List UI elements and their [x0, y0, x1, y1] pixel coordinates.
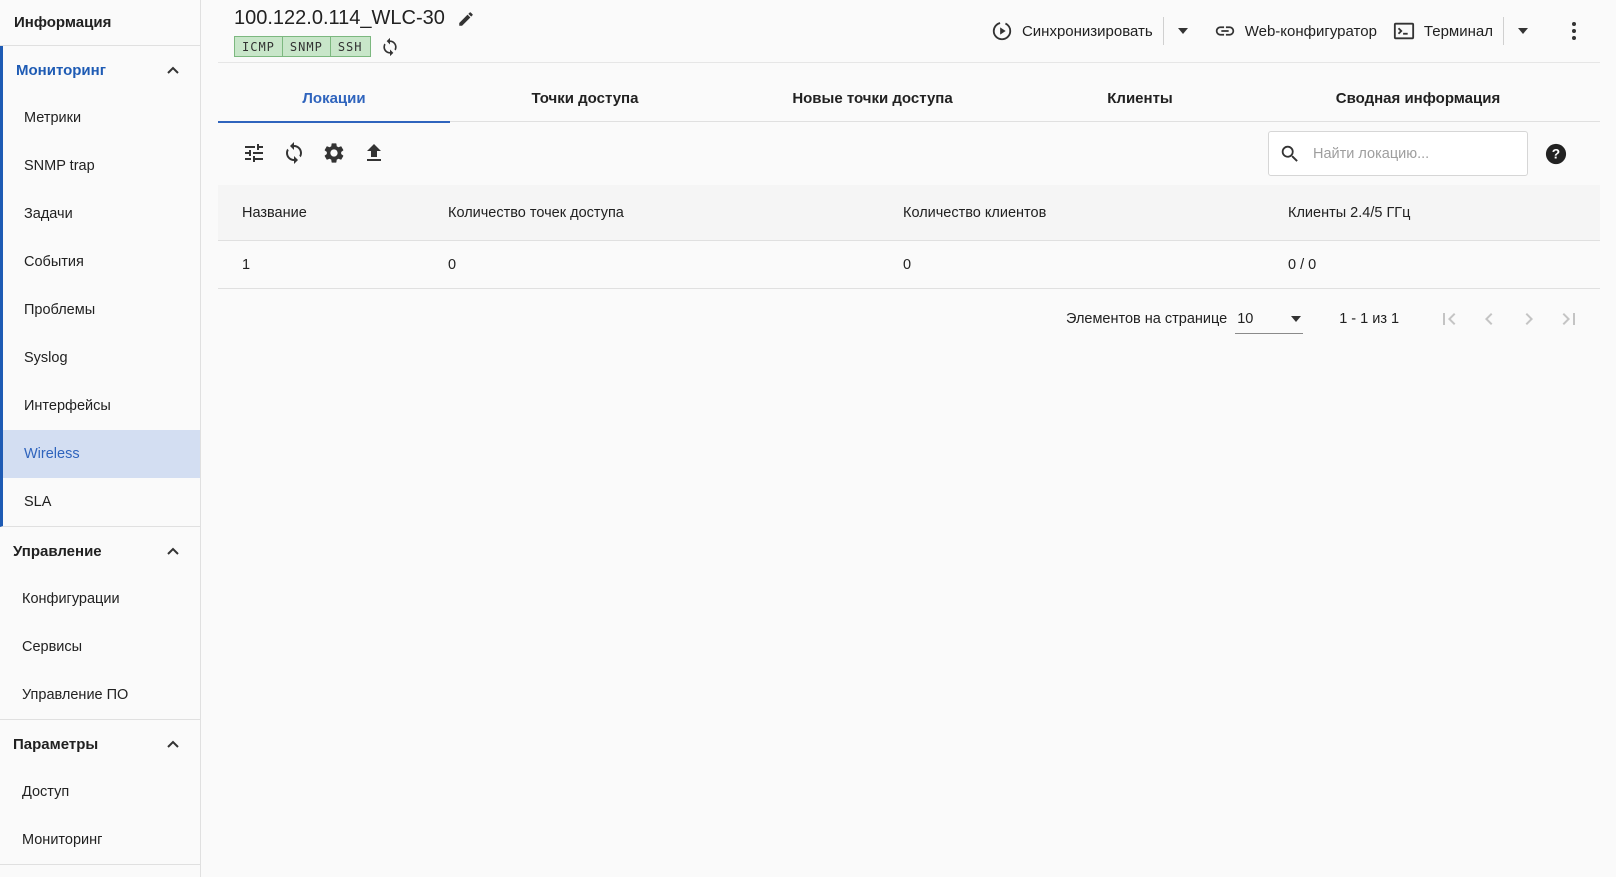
per-page-select[interactable]: 10: [1235, 304, 1304, 334]
last-page-icon[interactable]: [1557, 307, 1581, 331]
cell-ap-count: 0: [448, 256, 457, 273]
sidebar-item-snmp-trap[interactable]: SNMP trap: [3, 142, 200, 190]
tab-access-points[interactable]: Точки доступа: [450, 74, 720, 122]
search-icon: [1281, 145, 1298, 162]
sidebar-item-interfaces[interactable]: Интерфейсы: [3, 382, 200, 430]
badge-ssh: SSH: [330, 36, 371, 57]
tab-locations[interactable]: Локации: [218, 74, 450, 123]
sidebar-group-parameters-header[interactable]: Параметры: [0, 720, 200, 768]
sidebar-group-monitoring: Мониторинг Метрики SNMP trap Задачи Собы…: [0, 46, 200, 527]
tab-clients[interactable]: Клиенты: [1025, 74, 1255, 122]
edit-icon[interactable]: [457, 10, 475, 28]
sidebar: Информация Мониторинг Метрики SNMP trap …: [0, 0, 201, 877]
chevron-up-icon: [167, 66, 179, 74]
web-configurator-button[interactable]: Web-конфигуратор: [1214, 20, 1377, 42]
locations-table: Название Количество точек доступа Количе…: [218, 185, 1600, 289]
chevron-up-icon: [167, 740, 179, 748]
badge-snmp: SNMP: [282, 36, 331, 57]
more-menu-icon[interactable]: [1572, 22, 1576, 40]
upload-icon[interactable]: [362, 141, 386, 165]
sidebar-item-info[interactable]: Информация: [0, 0, 200, 46]
tab-summary[interactable]: Сводная информация: [1255, 74, 1581, 122]
sidebar-item-access[interactable]: Доступ: [0, 768, 200, 816]
device-title-row: 100.122.0.114_WLC-30: [234, 7, 475, 30]
sidebar-group-parameters: Параметры Доступ Мониторинг: [0, 720, 200, 865]
header-divider: [218, 62, 1600, 63]
tab-new-access-points[interactable]: Новые точки доступа: [720, 74, 1025, 122]
per-page-label: Элементов на странице: [1066, 311, 1228, 327]
terminal-icon: [1393, 22, 1415, 40]
sync-dropdown-icon[interactable]: [1177, 28, 1188, 34]
column-header-client-count[interactable]: Количество клиентов: [903, 205, 1288, 221]
terminal-button[interactable]: Терминал: [1393, 20, 1493, 42]
next-page-icon[interactable]: [1517, 307, 1541, 331]
sidebar-item-monitoring-params[interactable]: Мониторинг: [0, 816, 200, 864]
chevron-up-icon: [167, 547, 179, 555]
sidebar-item-configurations[interactable]: Конфигурации: [0, 575, 200, 623]
gear-icon[interactable]: [322, 141, 346, 165]
column-header-name[interactable]: Название: [218, 205, 448, 221]
filter-settings-icon[interactable]: [242, 141, 266, 165]
page-nav: [1437, 307, 1581, 331]
prev-page-icon[interactable]: [1477, 307, 1501, 331]
terminal-label: Терминал: [1423, 22, 1493, 40]
sidebar-item-syslog[interactable]: Syslog: [3, 334, 200, 382]
sync-play-icon: [992, 21, 1012, 41]
top-actions: Синхронизировать Web-конфигуратор Термин…: [991, 16, 1576, 46]
sidebar-item-services[interactable]: Сервисы: [0, 623, 200, 671]
search-input[interactable]: [1313, 145, 1503, 162]
cell-clients-band: 0 / 0: [1288, 256, 1317, 273]
sidebar-group-management-header[interactable]: Управление: [0, 527, 200, 575]
per-page-value: 10: [1237, 310, 1254, 327]
sidebar-item-wireless[interactable]: Wireless: [3, 430, 200, 478]
sidebar-item-events[interactable]: События: [3, 238, 200, 286]
table-header: Название Количество точек доступа Количе…: [218, 185, 1600, 241]
sync-button[interactable]: Синхронизировать: [991, 20, 1153, 42]
link-icon: [1215, 26, 1234, 36]
page-range: 1 - 1 из 1: [1339, 311, 1400, 327]
badge-icmp: ICMP: [234, 36, 283, 57]
sidebar-item-software[interactable]: Управление ПО: [0, 671, 200, 719]
cell-client-count: 0: [903, 256, 912, 273]
divider: [1162, 17, 1164, 45]
paginator: Элементов на странице 10 1 - 1 из 1: [1066, 302, 1581, 336]
refresh-icon[interactable]: [282, 141, 306, 165]
column-header-clients-band[interactable]: Клиенты 2.4/5 ГГц: [1288, 205, 1588, 221]
divider: [1503, 17, 1504, 45]
search-box: [1268, 131, 1528, 176]
tab-bar: Локации Точки доступа Новые точки доступ…: [218, 74, 1600, 123]
terminal-dropdown-icon[interactable]: [1518, 28, 1528, 34]
cell-name: 1: [242, 256, 251, 273]
refresh-icon[interactable]: [380, 37, 400, 57]
sidebar-item-tasks[interactable]: Задачи: [3, 190, 200, 238]
protocol-badges: ICMP SNMP SSH: [234, 36, 400, 57]
sidebar-group-management: Управление Конфигурации Сервисы Управлен…: [0, 527, 200, 720]
device-title: 100.122.0.114_WLC-30: [234, 7, 445, 29]
sidebar-group-label: Мониторинг: [16, 61, 106, 79]
table-row[interactable]: 1 0 0 0 / 0: [218, 241, 1600, 289]
sidebar-group-label: Управление: [13, 542, 102, 560]
web-configurator-label: Web-конфигуратор: [1244, 22, 1377, 40]
sync-label: Синхронизировать: [1021, 22, 1153, 40]
sidebar-group-monitoring-header[interactable]: Мониторинг: [3, 46, 200, 94]
sidebar-item-sla[interactable]: SLA: [3, 478, 200, 526]
svg-text:?: ?: [1552, 147, 1560, 162]
sidebar-item-metrics[interactable]: Метрики: [3, 94, 200, 142]
table-toolbar: [242, 141, 386, 165]
column-header-ap-count[interactable]: Количество точек доступа: [448, 205, 903, 221]
chevron-down-icon: [1291, 315, 1302, 322]
sidebar-item-problems[interactable]: Проблемы: [3, 286, 200, 334]
help-icon[interactable]: ?: [1545, 143, 1567, 165]
sidebar-group-label: Параметры: [13, 735, 99, 753]
first-page-icon[interactable]: [1437, 307, 1461, 331]
